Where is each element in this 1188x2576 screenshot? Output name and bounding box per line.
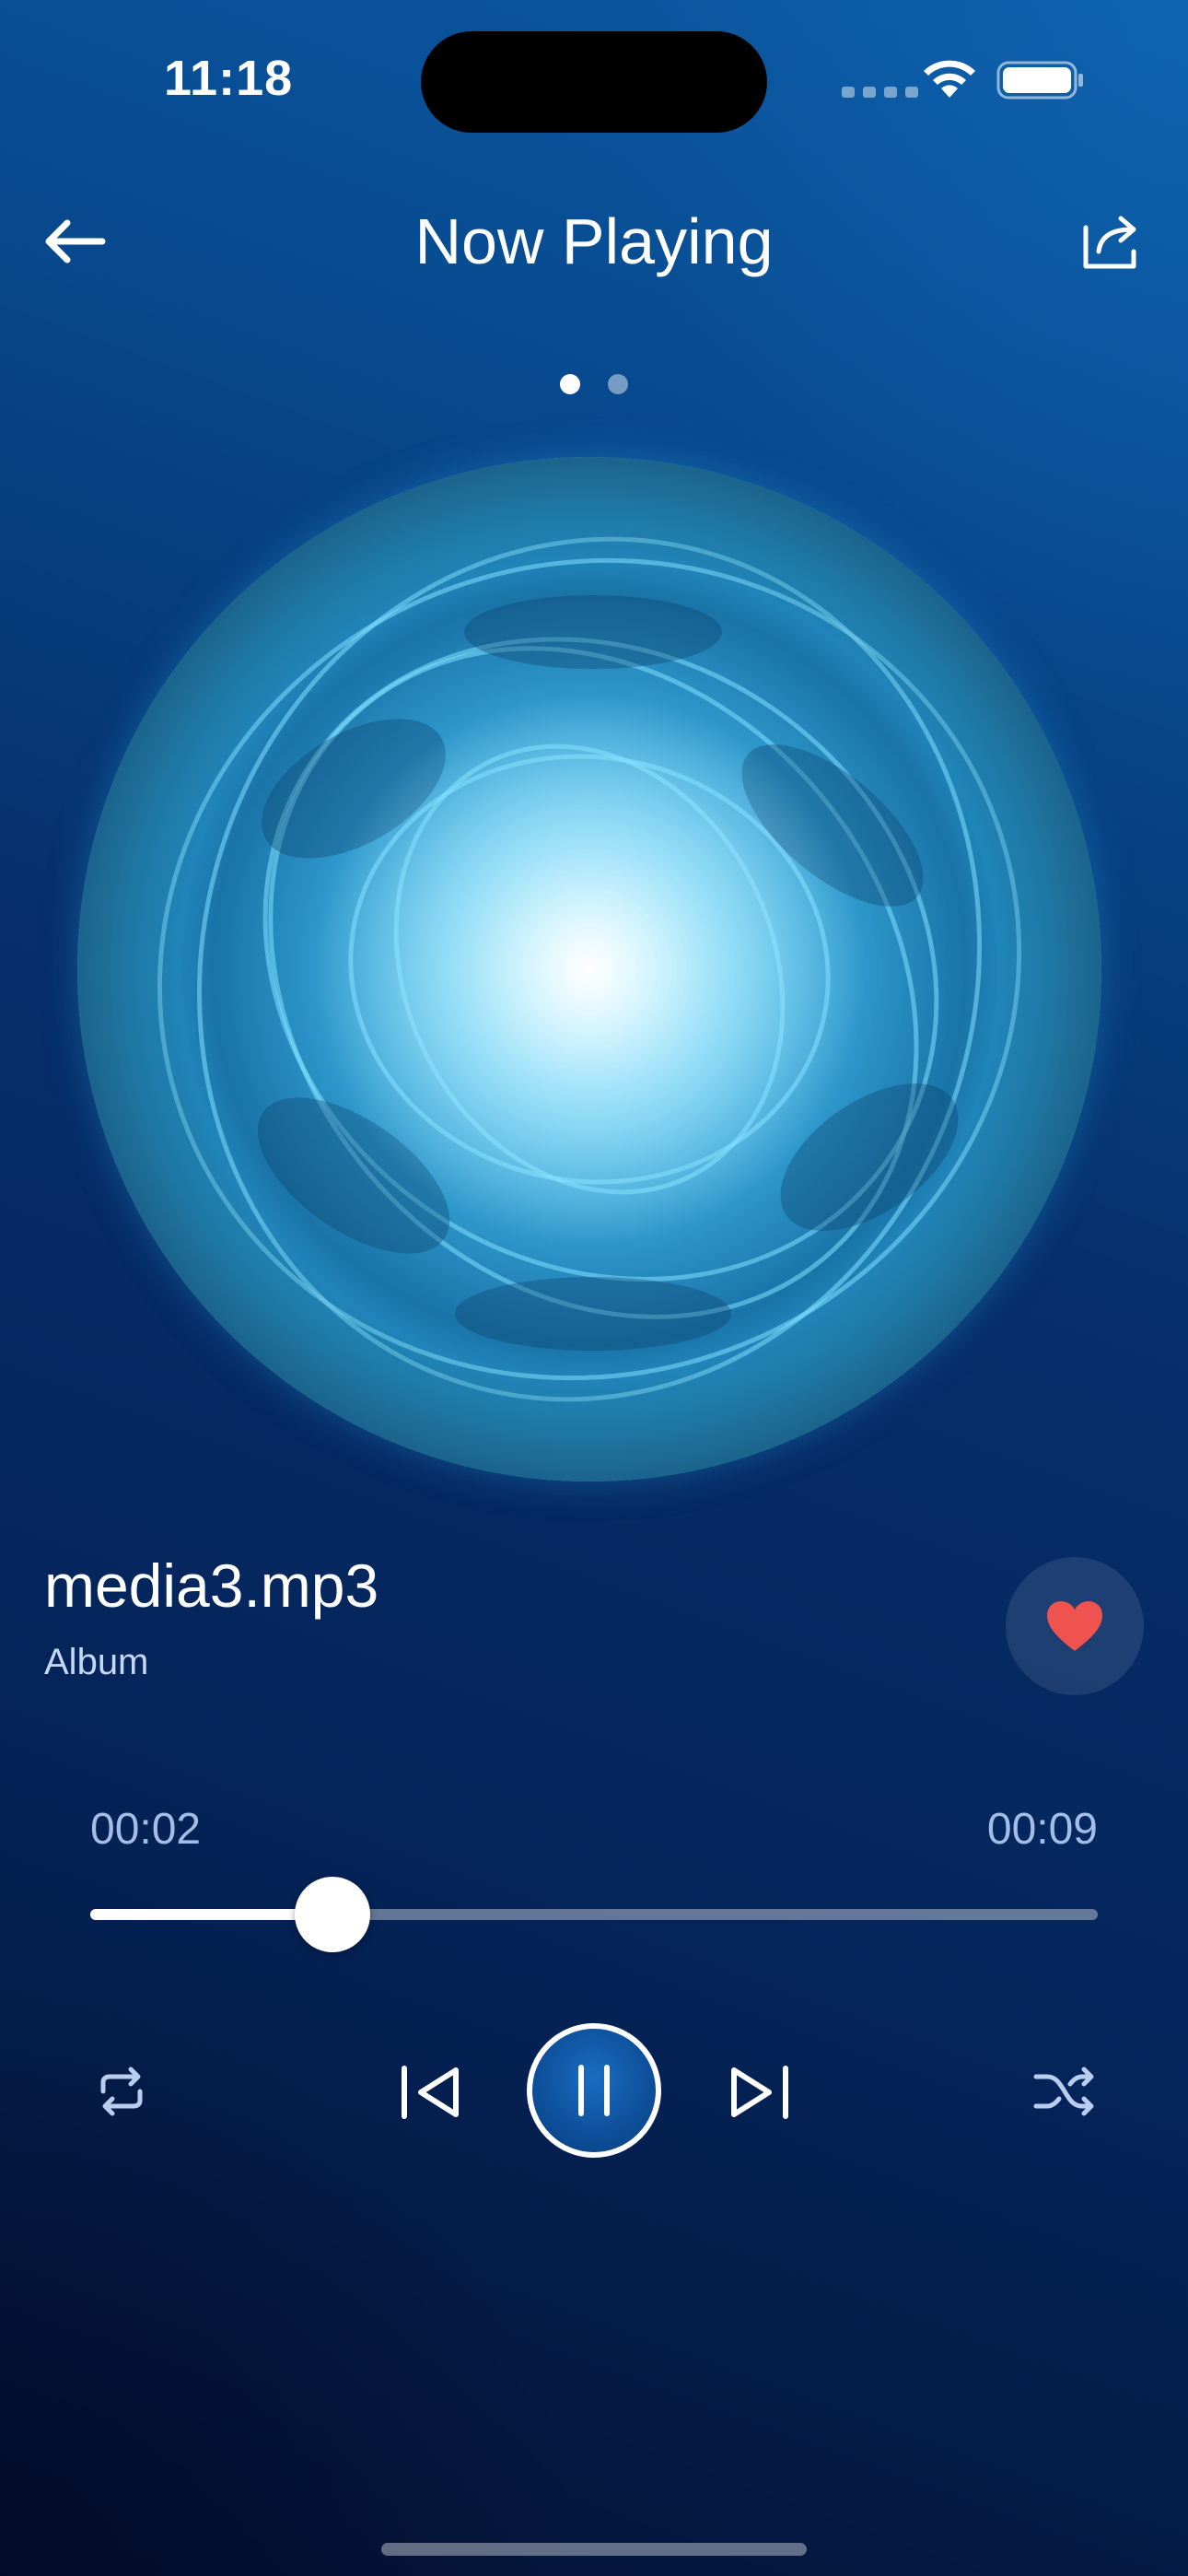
page-title: Now Playing <box>414 205 774 277</box>
now-playing-screen: 11:18 Now Playing media3.mp3 Album 00:02… <box>0 0 1188 2576</box>
progress-slider[interactable] <box>90 1877 1098 1952</box>
home-indicator[interactable] <box>381 2543 807 2556</box>
time-total: 00:09 <box>986 1805 1098 1854</box>
skip-previous-icon <box>402 2066 459 2119</box>
shuffle-button[interactable] <box>1028 2055 1101 2128</box>
progress-thumb[interactable] <box>294 1877 370 1952</box>
track-title: media3.mp3 <box>44 1551 379 1620</box>
pause-icon <box>578 2065 610 2116</box>
track-album: Album <box>44 1642 149 1682</box>
next-button[interactable] <box>718 2051 801 2134</box>
play-pause-button[interactable] <box>527 2023 661 2158</box>
cellular-signal-icon <box>842 87 918 98</box>
repeat-icon <box>100 2067 143 2116</box>
favorite-button[interactable] <box>1006 1557 1144 1695</box>
time-elapsed: 00:02 <box>90 1805 202 1854</box>
album-artwork <box>77 457 1101 1481</box>
battery-icon <box>996 61 1083 100</box>
dynamic-island <box>421 31 767 133</box>
page-dot-2[interactable] <box>608 374 628 394</box>
shuffle-icon <box>1033 2067 1094 2116</box>
page-dot-1[interactable] <box>560 374 580 394</box>
share-icon <box>1083 216 1136 269</box>
previous-button[interactable] <box>389 2051 472 2134</box>
skip-next-icon <box>731 2066 788 2119</box>
artwork-swirl-graphic <box>77 457 1101 1481</box>
wifi-icon <box>924 60 975 98</box>
status-time: 11:18 <box>164 51 294 106</box>
page-indicator <box>0 374 1188 394</box>
share-button[interactable] <box>1074 205 1147 278</box>
repeat-button[interactable] <box>85 2055 158 2128</box>
heart-icon <box>1047 1601 1102 1651</box>
